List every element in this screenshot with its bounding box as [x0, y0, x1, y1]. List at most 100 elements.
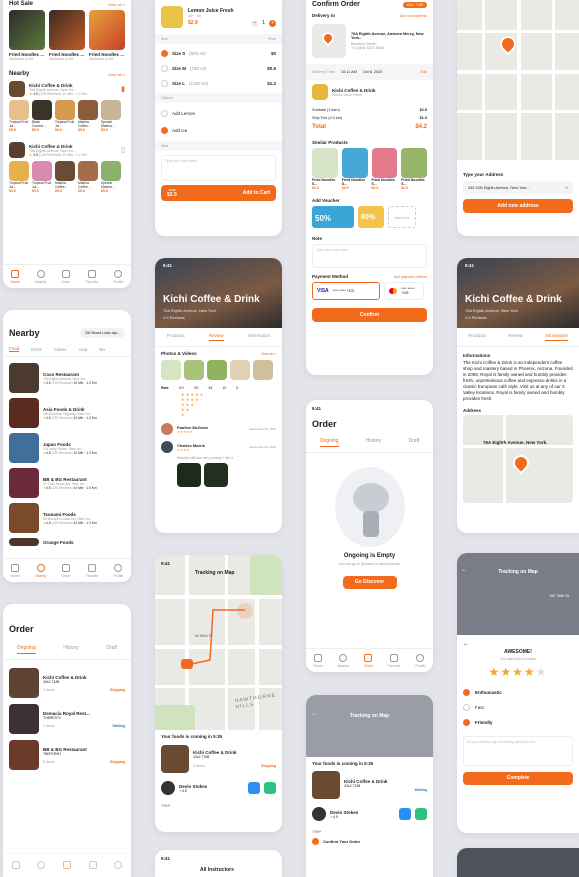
tab-products[interactable]: Products: [468, 333, 486, 341]
map-view[interactable]: Tracking on Map ←: [306, 695, 433, 757]
filter-drink[interactable]: Drink: [31, 347, 42, 352]
payment-card-visa[interactable]: VISA **** ***** *325: [312, 282, 380, 300]
tab-favorite[interactable]: [88, 860, 97, 871]
tab-ongoing[interactable]: Ongoing: [319, 438, 339, 447]
note-input[interactable]: Type your note here!: [312, 244, 427, 268]
shop-card[interactable]: Kichi Coffee & Drink 76A Eighth Avenue, …: [3, 81, 131, 132]
star-rating[interactable]: ★★★★★: [463, 665, 573, 679]
tab-order[interactable]: Order: [364, 653, 373, 668]
tab-home[interactable]: Home: [313, 653, 323, 668]
minus-button[interactable]: −: [251, 19, 259, 27]
map-view[interactable]: 9:41 Tracking on Map W 50th St HAWTHORNE…: [155, 555, 282, 730]
comment-input[interactable]: Do you want to say something about Devin…: [463, 736, 573, 766]
nearby-view-all[interactable]: View all »: [108, 72, 125, 77]
tab-home[interactable]: [11, 860, 20, 871]
tab-order[interactable]: [62, 860, 71, 871]
filter-ba[interactable]: Ba: [99, 347, 105, 352]
add-address-button[interactable]: Add new address: [463, 199, 573, 213]
edit-time-link[interactable]: Edit: [420, 70, 427, 74]
list-item[interactable]: Orange Foods: [9, 538, 125, 546]
list-item[interactable]: Tsunami Foods 80 McLaren Locks Apt, New Y…: [9, 503, 125, 533]
order-row[interactable]: Demacia Royal Rest... TH8RES74 1 Items Wait…: [9, 704, 125, 734]
confirm-button[interactable]: Confirm: [312, 308, 427, 322]
tab-history[interactable]: History: [366, 438, 382, 447]
complete-button[interactable]: Complete: [463, 772, 573, 785]
discover-button[interactable]: Go Discover: [342, 576, 397, 589]
clear-icon[interactable]: ⊗: [565, 185, 568, 190]
tag-fast[interactable]: Fast: [463, 700, 573, 715]
tab-nearby[interactable]: Nearby: [35, 563, 46, 578]
tab-profile[interactable]: [114, 860, 123, 871]
tab-draft[interactable]: Draft: [106, 645, 117, 654]
call-button[interactable]: [264, 782, 276, 794]
list-item[interactable]: Coco Restaurant 76A Eighth Avenue, New Yo…: [9, 363, 125, 393]
list-item[interactable]: Japan Foods 124 Andy Haven, New Yor... ★4.…: [9, 433, 125, 463]
filter-cakes[interactable]: Cakes: [54, 347, 67, 352]
tab-ongoing[interactable]: Ongoing: [16, 645, 36, 654]
tab-profile[interactable]: Profile: [113, 563, 123, 578]
bookmark-icon[interactable]: ▯: [121, 146, 125, 154]
tab-information[interactable]: Information: [545, 333, 568, 341]
tab-order[interactable]: Order: [62, 269, 70, 284]
tag-enthusiastic[interactable]: Enthusiastic: [463, 685, 573, 700]
order-row[interactable]: Kichi Coffee & Drink 43x2 7188 3 Items Ship…: [9, 668, 125, 698]
tab-favorite[interactable]: Favorite: [86, 269, 98, 284]
tab-order[interactable]: Order: [62, 563, 70, 578]
tab-home[interactable]: Home: [11, 563, 20, 578]
list-item[interactable]: BB & BG Restaurant 97 Colin Burgs Apt, Ne…: [9, 468, 125, 498]
size-option[interactable]: Size S (500 ml) $0: [161, 46, 276, 61]
tab-products[interactable]: Products: [167, 333, 185, 341]
tab-review[interactable]: Review: [508, 333, 523, 341]
add-payment-link[interactable]: Add payment method: [394, 275, 427, 279]
address-input[interactable]: 330 15th Eighth Avenue, New York... ⊗: [463, 181, 573, 194]
view-all-link[interactable]: View all »: [261, 352, 276, 356]
chat-button[interactable]: [399, 808, 411, 820]
plus-button[interactable]: +: [269, 19, 276, 27]
filter-food[interactable]: Food: [9, 346, 20, 352]
map-view[interactable]: [457, 0, 579, 160]
location-chip[interactable]: 330 Broad Lucks Apt...: [79, 328, 125, 338]
order-row[interactable]: BB & BG Restaurant T8EFKR9H 5 Items Shippin…: [9, 740, 125, 770]
add-to-cart-button[interactable]: Total $2.9 Add to Cart: [161, 185, 276, 201]
add-address-link[interactable]: Add new address: [400, 14, 427, 18]
view-all-link[interactable]: View all »: [108, 2, 125, 7]
payment-card-master[interactable]: **** ***** *325: [384, 282, 424, 300]
similar-product[interactable]: Fried Noodles S... $2.9: [341, 148, 368, 190]
call-button[interactable]: [415, 808, 427, 820]
shop-card[interactable]: Kichi Coffee & Drink 76A Eighth Avenue, …: [3, 132, 131, 193]
option-add-lemon[interactable]: Add Lemon: [161, 105, 276, 122]
bookmark-icon[interactable]: ▮: [121, 85, 125, 93]
tab-nearby[interactable]: Nearby: [35, 269, 46, 284]
add-voucher-button[interactable]: Add more: [388, 206, 416, 228]
tab-profile[interactable]: Profile: [113, 269, 123, 284]
list-item[interactable]: Asia Foods & Drink 350 Brooklyn Highway, …: [9, 398, 125, 428]
tab-home[interactable]: Home: [11, 269, 20, 284]
back-arrow-icon[interactable]: ←: [463, 641, 469, 647]
hot-item[interactable]: Fried Noodles ... Starbucks & Kit: [49, 10, 85, 61]
tab-favorite[interactable]: Favorite: [388, 653, 401, 668]
similar-product[interactable]: Fried Noodles S... $2.9: [371, 148, 398, 190]
voucher-card[interactable]: 50%: [312, 206, 354, 228]
order-card[interactable]: Kichi Coffee & Drink 43x2 7188 Waiting: [312, 771, 427, 799]
order-card[interactable]: Kichi Coffee & Drink 43x2 7188 4 Items Ship…: [161, 745, 276, 773]
size-option[interactable]: Size M (750 ml) $0.5: [161, 61, 276, 76]
chat-button[interactable]: [248, 782, 260, 794]
address-card[interactable]: 76A Eighth Avenue, Andorra Mercy, New Yo…: [306, 22, 433, 60]
tab-review[interactable]: Review: [208, 333, 224, 341]
hot-item[interactable]: Fried Noodles ... Starbucks & Kit: [9, 10, 45, 61]
tab-favorite[interactable]: Favorite: [86, 563, 98, 578]
tag-friendly[interactable]: Friendly: [463, 715, 573, 730]
size-option[interactable]: Size L (1000 ml) $1.2: [161, 76, 276, 91]
similar-product[interactable]: Fried Noodles S... $2.9: [312, 148, 338, 190]
address-map[interactable]: 76A Eighth Avenue, New York.: [463, 415, 573, 503]
tab-profile[interactable]: Profile: [416, 653, 425, 668]
back-arrow-icon[interactable]: ←: [461, 567, 467, 573]
filter-asia[interactable]: Asia: [79, 347, 88, 352]
note-input[interactable]: Type your note here!: [161, 155, 276, 181]
tab-nearby[interactable]: Nearby: [338, 653, 349, 668]
option-add-ice[interactable]: Add Ice: [161, 122, 276, 139]
voucher-card[interactable]: 80%: [358, 206, 384, 228]
tab-nearby[interactable]: [37, 860, 46, 871]
tab-history[interactable]: History: [63, 645, 79, 654]
similar-product[interactable]: Fried Noodles S... $2.9: [401, 148, 427, 190]
